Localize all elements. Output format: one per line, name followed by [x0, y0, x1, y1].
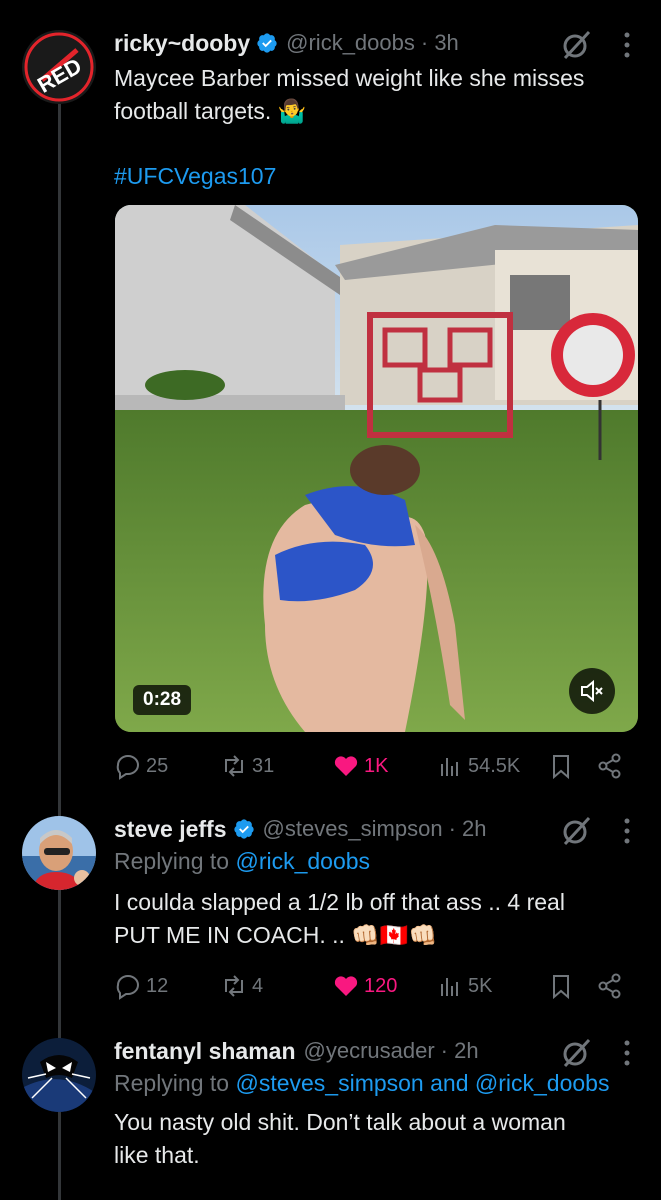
grok-icon[interactable] — [559, 28, 593, 62]
views-icon — [441, 758, 458, 776]
handle[interactable]: @steves_simpson — [263, 816, 443, 842]
mute-button[interactable] — [569, 668, 615, 714]
tweet-text-line: Maycee Barber missed weight like she mis… — [114, 65, 585, 91]
tweet-text: Maycee Barber missed weight like she mis… — [114, 62, 641, 193]
share-icon — [598, 973, 621, 999]
share-icon — [598, 753, 621, 779]
view-count: 54.5K — [468, 754, 521, 777]
more-icon[interactable] — [623, 818, 631, 844]
tweet-text: I coulda slapped a 1/2 lb off that ass .… — [114, 886, 641, 952]
repost-icon — [225, 975, 243, 997]
view-count: 5K — [468, 974, 493, 997]
bookmark-button[interactable] — [547, 969, 575, 1003]
replying-to-prefix: Replying to — [114, 1070, 230, 1096]
handle[interactable]: @yecrusader — [304, 1038, 435, 1064]
reply-icon — [116, 975, 139, 1000]
handle[interactable]: @rick_doobs — [286, 30, 415, 56]
more-icon[interactable] — [623, 32, 631, 58]
tweet-text: You nasty old shit. Don’t talk about a w… — [114, 1106, 641, 1172]
repost-button[interactable]: 4 — [220, 969, 263, 1003]
tweet-text-line: like that. — [114, 1142, 200, 1168]
video-player[interactable]: 0:28 — [115, 205, 638, 732]
timestamp[interactable]: · 2h — [441, 1038, 479, 1064]
mute-icon — [581, 679, 603, 703]
display-name[interactable]: steve jeffs — [114, 816, 227, 843]
tweet-text-line: You nasty old shit. Don’t talk about a w… — [114, 1109, 566, 1135]
timeline-feed: RED ricky~dooby @rick_doobs · 3h Maycee … — [0, 0, 661, 1200]
tweet-text-line: PUT ME IN COACH. .. 👊🏻🇨🇦👊🏻 — [114, 922, 438, 948]
tweet-actions: 12 4 120 5K — [114, 969, 631, 1003]
like-button[interactable]: 1K — [332, 749, 388, 783]
reply-count: 25 — [146, 754, 169, 777]
grok-icon[interactable] — [559, 814, 593, 848]
avatar[interactable]: RED — [22, 30, 96, 104]
timestamp[interactable]: · 2h — [449, 816, 487, 842]
like-count: 1K — [364, 754, 389, 777]
like-button[interactable]: 120 — [332, 969, 397, 1003]
replying-to-link[interactable]: @rick_doobs — [235, 848, 370, 874]
replying-to: Replying to @rick_doobs — [114, 844, 641, 878]
views-button[interactable]: 54.5K — [436, 749, 520, 783]
bookmark-icon — [553, 755, 569, 780]
verified-icon — [233, 819, 254, 839]
video-thumbnail — [115, 205, 638, 732]
like-icon — [334, 976, 358, 996]
like-count: 120 — [364, 974, 398, 997]
reply-button[interactable]: 12 — [114, 969, 168, 1003]
tweet-3[interactable]: fentanyl shaman @yecrusader · 2h Replyin… — [0, 1020, 661, 1200]
reply-count: 12 — [146, 974, 169, 997]
spider-avatar — [22, 1038, 96, 1112]
verified-icon — [257, 33, 277, 53]
replying-to-link[interactable]: @steves_simpson and @rick_doobs — [235, 1070, 609, 1096]
display-name[interactable]: fentanyl shaman — [114, 1038, 296, 1065]
repost-count: 4 — [252, 974, 264, 997]
tweet-1[interactable]: RED ricky~dooby @rick_doobs · 3h Maycee … — [0, 0, 661, 800]
repost-button[interactable]: 31 — [220, 749, 274, 783]
tweet-text-line: football targets. 🤷‍♂️ — [114, 98, 307, 124]
video-duration: 0:28 — [133, 685, 192, 715]
views-icon — [441, 978, 458, 996]
repost-count: 31 — [252, 754, 275, 777]
hashtag-link[interactable]: #UFCVegas107 — [114, 160, 641, 193]
reply-button[interactable]: 25 — [114, 749, 168, 783]
display-name[interactable]: ricky~dooby — [114, 30, 250, 57]
replying-to: Replying to @steves_simpson and @rick_do… — [114, 1066, 641, 1100]
bookmark-icon — [553, 975, 569, 1000]
share-button[interactable] — [596, 749, 624, 783]
views-button[interactable]: 5K — [436, 969, 492, 1003]
more-icon[interactable] — [623, 1040, 631, 1066]
avatar[interactable] — [22, 1038, 96, 1112]
bookmark-button[interactable] — [547, 749, 575, 783]
avatar[interactable] — [22, 816, 96, 890]
reply-icon — [116, 755, 139, 780]
profile-photo-avatar — [22, 816, 96, 890]
tweet-actions: 25 31 1K 54.5K — [114, 749, 631, 783]
share-button[interactable] — [596, 969, 624, 1003]
repost-icon — [225, 755, 243, 777]
red-logo-avatar-icon: RED — [22, 30, 96, 104]
grok-icon[interactable] — [559, 1036, 593, 1070]
tweet-text-line: I coulda slapped a 1/2 lb off that ass .… — [114, 889, 565, 915]
like-icon — [334, 756, 358, 776]
replying-to-prefix: Replying to — [114, 848, 230, 874]
timestamp[interactable]: · 3h — [421, 30, 459, 56]
tweet-2[interactable]: steve jeffs @steves_simpson · 2h Replyin… — [0, 800, 661, 1020]
